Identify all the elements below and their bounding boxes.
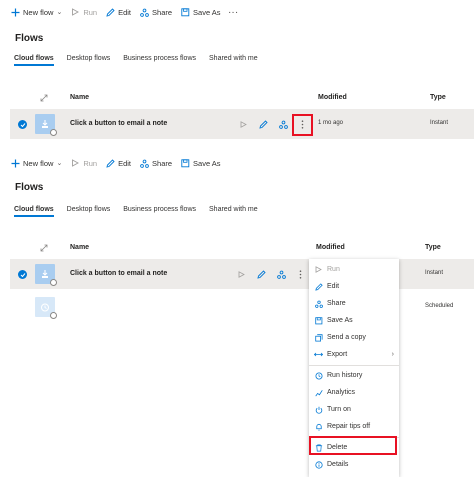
table-header: Name Modified Type (0, 92, 474, 106)
highlight-box-delete (309, 436, 397, 455)
share-flow-icon[interactable] (276, 268, 287, 280)
command-bar: New flow ⌄ Run Edit Share Save As (0, 2, 474, 22)
chevron-right-icon: › (391, 351, 394, 358)
menu-item-details[interactable]: Details (309, 456, 399, 473)
flows-panel-top: New flow ⌄ Run Edit Share Save As ··· Fl… (0, 0, 474, 150)
run-button[interactable]: Run (70, 7, 97, 17)
share-icon (139, 158, 149, 168)
shared-badge-icon (50, 129, 57, 136)
menu-item-export[interactable]: Export › (309, 346, 399, 363)
new-flow-button[interactable]: New flow ⌄ (10, 7, 62, 17)
type-value: Instant (425, 270, 444, 276)
flow-tabs: Cloud flows Desktop flows Business proce… (14, 206, 271, 217)
button-flow-icon (35, 264, 57, 286)
menu-item-run[interactable]: Run (309, 261, 399, 278)
menu-item-repair-tips-off[interactable]: Repair tips off (309, 418, 399, 435)
edit-flow-icon[interactable] (256, 268, 267, 280)
sort-icon[interactable] (40, 244, 48, 254)
copy-icon (314, 333, 323, 342)
chevron-down-icon: ⌄ (56, 160, 63, 167)
type-value: Instant (430, 120, 449, 126)
flow-tabs: Cloud flows Desktop flows Business proce… (14, 55, 271, 66)
pencil-icon (105, 158, 115, 168)
share-icon (314, 299, 323, 308)
column-header-modified[interactable]: Modified (316, 244, 345, 251)
menu-item-run-history[interactable]: Run history (309, 367, 399, 384)
pencil-icon (105, 7, 115, 17)
plus-icon (10, 7, 20, 17)
run-flow-icon[interactable] (238, 118, 249, 130)
highlight-box-more-options (292, 114, 313, 136)
export-icon (314, 350, 323, 359)
page-title: Flows (15, 33, 44, 44)
column-header-type[interactable]: Type (430, 94, 446, 101)
history-icon (314, 371, 323, 380)
edit-flow-icon[interactable] (258, 118, 269, 130)
selected-check-icon[interactable] (18, 270, 27, 279)
flow-name[interactable]: Click a button to email a note (70, 270, 167, 277)
run-button[interactable]: Run (70, 158, 97, 168)
edit-button[interactable]: Edit (105, 7, 131, 17)
shared-badge-icon (50, 279, 57, 286)
column-header-modified[interactable]: Modified (318, 94, 347, 101)
tab-shared-with-me[interactable]: Shared with me (209, 55, 258, 66)
save-as-button[interactable]: Save As (180, 7, 221, 17)
table-row[interactable]: Scheduled (10, 292, 474, 322)
save-as-icon (314, 316, 323, 325)
scheduled-flow-icon (35, 297, 57, 319)
column-header-type[interactable]: Type (425, 244, 441, 251)
more-commands-button[interactable]: ··· (229, 8, 240, 17)
button-flow-icon (35, 114, 57, 136)
share-button[interactable]: Share (139, 158, 172, 168)
column-header-name[interactable]: Name (70, 244, 89, 251)
pencil-icon (314, 282, 323, 291)
menu-item-save-as[interactable]: Save As (309, 312, 399, 329)
tab-desktop-flows[interactable]: Desktop flows (67, 206, 111, 217)
play-icon (314, 265, 323, 274)
tab-cloud-flows[interactable]: Cloud flows (14, 55, 54, 66)
shared-badge-icon (50, 312, 57, 319)
tab-cloud-flows[interactable]: Cloud flows (14, 206, 54, 217)
menu-item-turn-on[interactable]: Turn on (309, 401, 399, 418)
page-title: Flows (15, 182, 44, 193)
share-flow-icon[interactable] (278, 118, 289, 130)
info-icon (314, 460, 323, 469)
save-as-button[interactable]: Save As (180, 158, 221, 168)
table-row[interactable]: Click a button to email a note 1 mo ago … (10, 109, 474, 139)
sort-icon[interactable] (40, 94, 48, 104)
tab-business-process-flows[interactable]: Business process flows (123, 55, 196, 66)
play-icon (70, 158, 80, 168)
edit-button[interactable]: Edit (105, 158, 131, 168)
menu-item-share[interactable]: Share (309, 295, 399, 312)
column-header-name[interactable]: Name (70, 94, 89, 101)
table-row[interactable]: Click a button to email a note Instant (10, 259, 474, 289)
new-flow-button[interactable]: New flow ⌄ (10, 158, 62, 168)
flow-name[interactable]: Click a button to email a note (70, 120, 167, 127)
run-flow-icon[interactable] (236, 268, 247, 280)
save-as-icon (180, 7, 190, 17)
bell-icon (314, 422, 323, 431)
menu-item-analytics[interactable]: Analytics (309, 384, 399, 401)
tab-desktop-flows[interactable]: Desktop flows (67, 55, 111, 66)
share-icon (139, 7, 149, 17)
more-options-icon[interactable] (295, 268, 306, 280)
plus-icon (10, 158, 20, 168)
command-bar: New flow ⌄ Run Edit Share Save As (0, 153, 474, 173)
power-icon (314, 405, 323, 414)
menu-item-send-a-copy[interactable]: Send a copy (309, 329, 399, 346)
selected-check-icon[interactable] (18, 120, 27, 129)
analytics-icon (314, 388, 323, 397)
menu-divider (309, 365, 399, 366)
flows-panel-bottom: New flow ⌄ Run Edit Share Save As Flows … (0, 153, 474, 477)
menu-item-edit[interactable]: Edit (309, 278, 399, 295)
play-icon (70, 7, 80, 17)
table-header: Name Modified Type (0, 242, 474, 256)
type-value: Scheduled (425, 303, 454, 309)
modified-value: 1 mo ago (318, 120, 344, 126)
chevron-down-icon: ⌄ (56, 9, 63, 16)
share-button[interactable]: Share (139, 7, 172, 17)
save-as-icon (180, 158, 190, 168)
tab-business-process-flows[interactable]: Business process flows (123, 206, 196, 217)
tab-shared-with-me[interactable]: Shared with me (209, 206, 258, 217)
